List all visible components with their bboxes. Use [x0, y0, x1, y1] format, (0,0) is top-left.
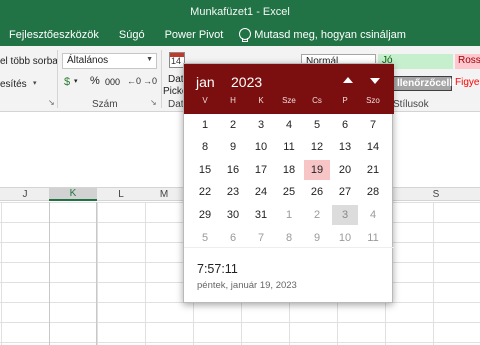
calendar-day[interactable]: 25 [276, 182, 302, 202]
currency-dropdown-icon[interactable]: ▾ [74, 77, 78, 85]
date-picker-button-label[interactable]: Dat [168, 74, 184, 85]
number-format-value: Általános [67, 55, 109, 66]
calendar-day[interactable]: 24 [248, 182, 274, 202]
wrap-text-button[interactable]: el több sorba [0, 56, 58, 67]
calendar-day[interactable]: 5 [192, 228, 218, 248]
calendar-day[interactable]: 30 [220, 205, 246, 225]
calendar-day[interactable]: 26 [304, 182, 330, 202]
calendar-day[interactable]: 8 [276, 228, 302, 248]
calendar-day[interactable]: 3 [332, 205, 358, 225]
calendar-day[interactable]: 14 [360, 137, 386, 157]
column-header-k[interactable]: K [49, 188, 97, 201]
currency-format-button[interactable]: $ [64, 76, 70, 88]
calendar-day[interactable]: 13 [332, 137, 358, 157]
ribbon-tab-row: Fejlesztőeszközök Súgó Power Pivot Mutas… [0, 24, 480, 46]
calendar-day[interactable]: 6 [332, 115, 358, 135]
calendar-day[interactable]: 7 [360, 115, 386, 135]
calendar-day[interactable]: 11 [360, 228, 386, 248]
decrease-decimal-icon[interactable]: →0 [143, 76, 157, 86]
calendar-day[interactable]: 7 [248, 228, 274, 248]
calendar-day[interactable]: 28 [360, 182, 386, 202]
previous-month-button[interactable] [340, 73, 356, 89]
calendar-day[interactable]: 21 [360, 160, 386, 180]
lightbulb-icon [239, 28, 252, 42]
tell-me-label: Mutasd meg, hogyan csináljam [254, 29, 406, 41]
calendar-day[interactable]: 2 [304, 205, 330, 225]
column-header-j[interactable]: J [1, 189, 49, 200]
date-picker-header: jan 2023 V H K Sze Cs P Szo [184, 64, 394, 114]
calendar-day[interactable]: 9 [304, 228, 330, 248]
calendar-day[interactable]: 3 [248, 115, 274, 135]
calendar-day[interactable]: 9 [220, 137, 246, 157]
calendar-icon-number: 14 [171, 56, 182, 66]
date-picker-group-label: Dat [168, 99, 184, 110]
title-bar: Munkafüzet1 - Excel [0, 0, 480, 24]
calendar-day[interactable]: 17 [248, 160, 274, 180]
number-group-label: Szám [92, 99, 118, 110]
current-time: 7:57:11 [197, 262, 238, 276]
tell-me-search[interactable]: Mutasd meg, hogyan csináljam [233, 28, 416, 42]
calendar-day[interactable]: 5 [304, 115, 330, 135]
currency-icon: $ [64, 76, 71, 88]
calendar-day[interactable]: 10 [248, 137, 274, 157]
weekday-label: V [202, 96, 208, 105]
month-label[interactable]: jan [196, 74, 215, 90]
calendar-day[interactable]: 12 [304, 137, 330, 157]
calendar-day[interactable]: 20 [332, 160, 358, 180]
calendar-day[interactable]: 16 [220, 160, 246, 180]
selected-column-highlight [49, 202, 97, 345]
year-label[interactable]: 2023 [231, 74, 262, 90]
calendar-day[interactable]: 22 [192, 182, 218, 202]
style-warning[interactable]: Figye [455, 77, 479, 88]
date-picker-popup: jan 2023 V H K Sze Cs P Szo 7:57:11 péntek, ja… [183, 63, 394, 303]
current-date-text: péntek, január 19, 2023 [197, 280, 297, 291]
calendar-day[interactable]: 27 [332, 182, 358, 202]
calendar-day[interactable]: 31 [248, 205, 274, 225]
weekday-label: Szo [366, 96, 380, 105]
calendar-day[interactable]: 11 [276, 137, 302, 157]
column-header-l[interactable]: L [97, 189, 145, 200]
calendar-day[interactable]: 1 [192, 115, 218, 135]
column-header-m[interactable]: M [145, 189, 183, 200]
tab-power-pivot[interactable]: Power Pivot [155, 29, 234, 41]
calendar-day[interactable]: 6 [220, 228, 246, 248]
calendar-day[interactable]: 2 [220, 115, 246, 135]
comma-style-button[interactable]: 000 [105, 77, 120, 87]
calendar-day[interactable]: 1 [276, 205, 302, 225]
merge-center-button[interactable]: esítés [0, 79, 27, 90]
weekday-label: K [258, 96, 264, 105]
style-bad[interactable]: Rossz [455, 54, 480, 69]
calendar-day[interactable]: 19 [304, 160, 330, 180]
tab-developer[interactable]: Fejlesztőeszközök [0, 29, 109, 41]
calendar-day[interactable]: 29 [192, 205, 218, 225]
weekday-label: H [230, 96, 236, 105]
excel-window: Munkafüzet1 - Excel Fejlesztőeszközök Sú… [0, 0, 480, 345]
alignment-launcher-icon[interactable]: ↘ [48, 98, 55, 107]
ribbon-separator [57, 50, 58, 108]
weekday-label: Sze [282, 96, 296, 105]
calendar-day[interactable]: 8 [192, 137, 218, 157]
style-check-cell[interactable]: llenőrzőcella [393, 76, 458, 91]
tab-help[interactable]: Súgó [109, 29, 155, 41]
chevron-down-icon: ▼ [146, 56, 153, 63]
calendar-day[interactable]: 18 [276, 160, 302, 180]
calendar-day[interactable]: 4 [360, 205, 386, 225]
weekday-label: Cs [312, 96, 322, 105]
calendar-day[interactable]: 4 [276, 115, 302, 135]
ribbon-separator [161, 50, 162, 108]
next-month-button[interactable] [367, 73, 383, 89]
calendar-day[interactable]: 10 [332, 228, 358, 248]
number-launcher-icon[interactable]: ↘ [150, 98, 157, 107]
column-header-s[interactable]: S [411, 189, 461, 200]
percent-style-button[interactable]: % [90, 75, 100, 87]
styles-group-label: Stílusok [393, 99, 429, 110]
weekday-label: P [342, 96, 348, 105]
increase-decimal-icon[interactable]: ←0 [127, 76, 141, 86]
number-format-dropdown[interactable]: Általános ▼ [62, 53, 157, 69]
window-title: Munkafüzet1 - Excel [190, 6, 290, 18]
merge-dropdown-icon[interactable]: ▾ [33, 79, 37, 87]
calendar-day[interactable]: 23 [220, 182, 246, 202]
calendar-day[interactable]: 15 [192, 160, 218, 180]
